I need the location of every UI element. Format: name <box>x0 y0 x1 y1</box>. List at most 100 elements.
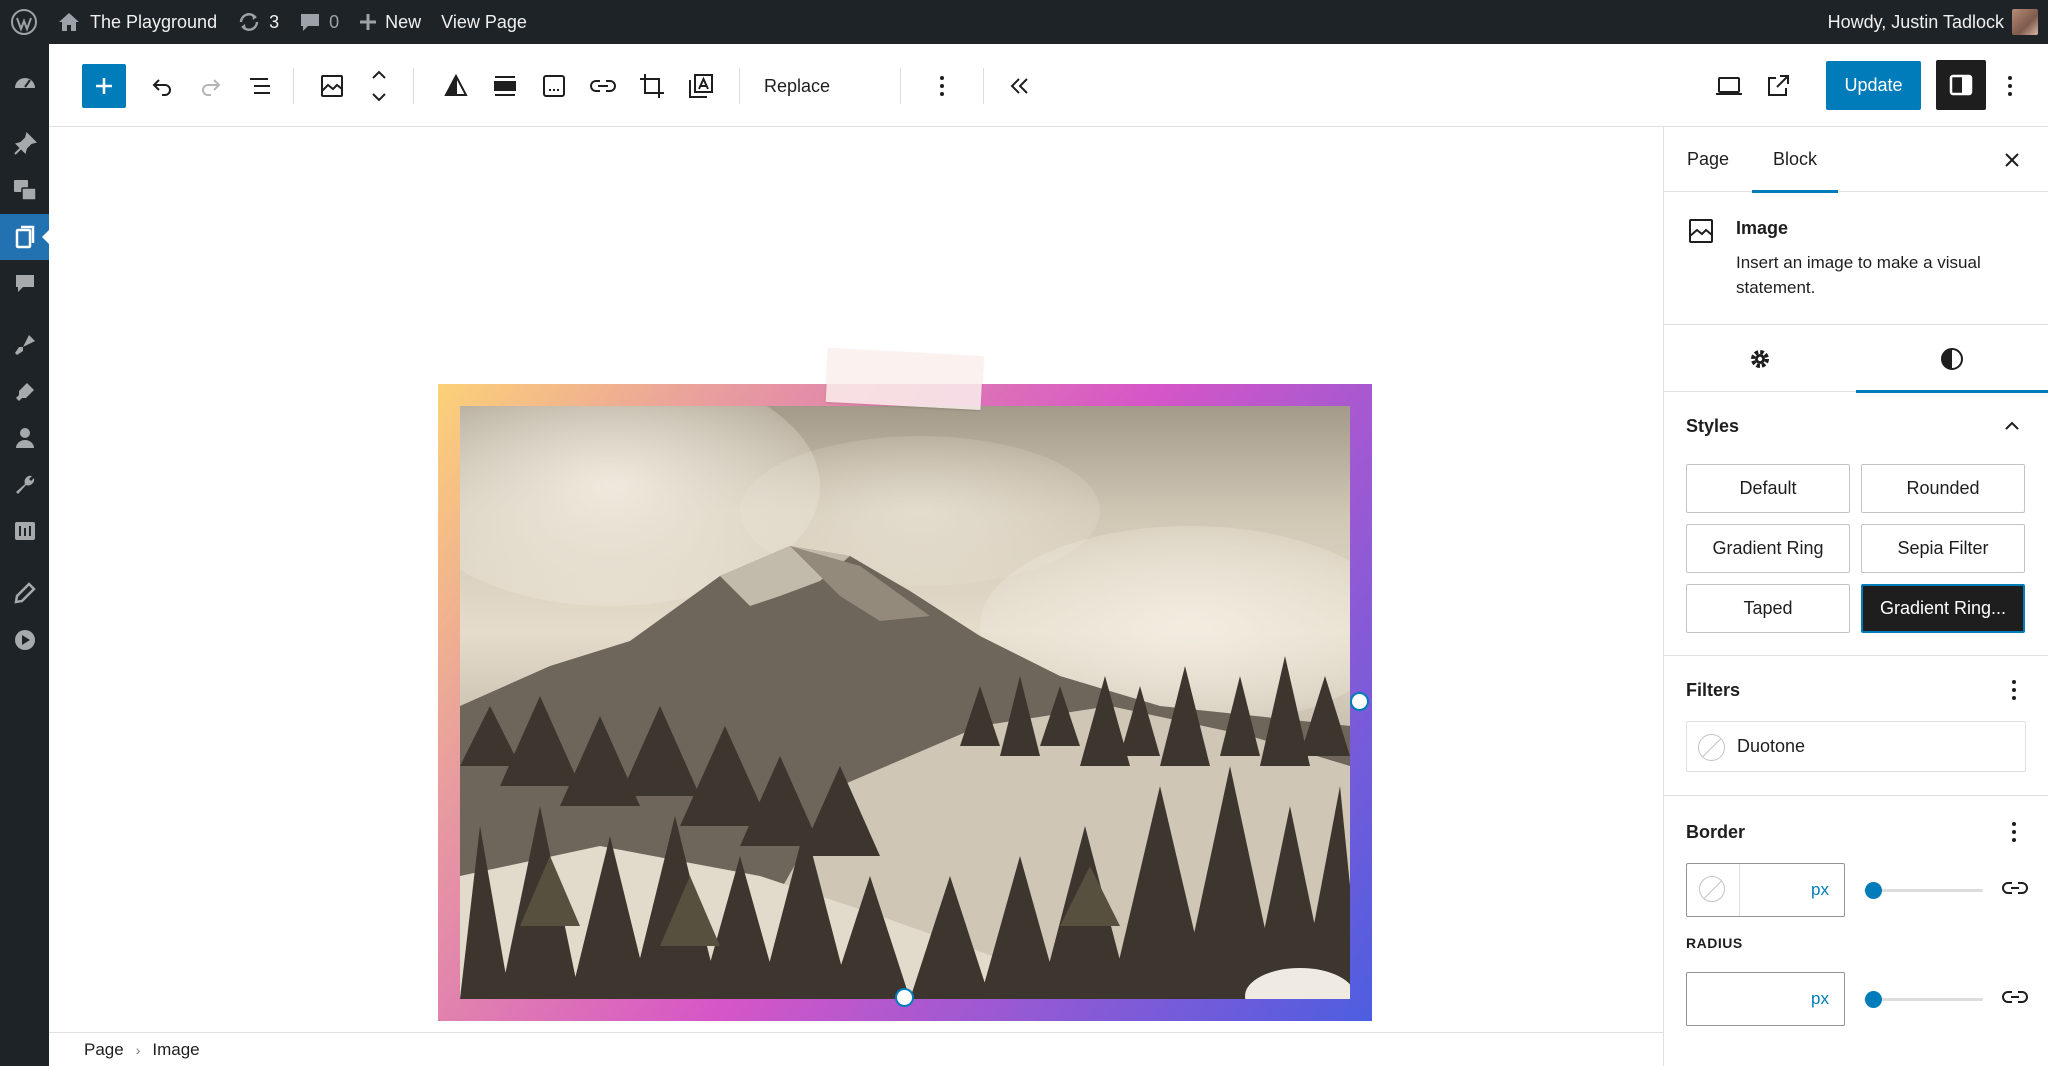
tape-decoration <box>825 347 984 411</box>
tab-block[interactable]: Block <box>1751 127 1839 193</box>
site-name-link[interactable]: The Playground <box>48 0 227 44</box>
move-up-down-icon[interactable] <box>358 65 400 107</box>
apply-duotone-icon[interactable] <box>435 65 477 107</box>
home-icon <box>58 12 80 32</box>
update-button[interactable]: Update <box>1826 61 1921 110</box>
editor-canvas <box>49 127 1663 1032</box>
chevron-right-icon: › <box>135 1041 141 1058</box>
border-panel-title: Border <box>1686 822 1746 842</box>
collapse-toolbar-chevron-icon[interactable] <box>999 65 1041 107</box>
unlink-sides-icon[interactable] <box>2002 878 2028 898</box>
undo-button[interactable] <box>141 65 183 107</box>
image-block[interactable] <box>438 347 1372 1021</box>
duotone-control[interactable]: Duotone <box>1686 721 2026 772</box>
breadcrumb-item-page[interactable]: Page <box>84 1040 124 1060</box>
admin-bar: The Playground 3 0 New View Page Howdy, … <box>0 0 2048 44</box>
appearance-icon[interactable] <box>0 322 49 368</box>
border-options-kebab-icon[interactable] <box>2002 820 2026 844</box>
style-taped-button[interactable]: Taped <box>1686 584 1850 633</box>
block-title: Image <box>1736 218 1789 238</box>
dashboard-icon[interactable] <box>0 60 49 106</box>
comments-icon[interactable] <box>0 260 49 306</box>
filters-options-kebab-icon[interactable] <box>2002 678 2026 702</box>
styles-panel-title[interactable]: Styles <box>1686 416 1739 437</box>
admin-menu <box>0 44 50 1066</box>
settings-icon[interactable] <box>0 508 49 554</box>
toolbar-divider <box>293 68 294 104</box>
border-width-input[interactable]: px <box>1686 863 1845 917</box>
link-icon[interactable] <box>582 65 624 107</box>
toolbar-divider <box>983 68 984 104</box>
crop-icon[interactable] <box>631 65 673 107</box>
caption-icon[interactable] <box>533 65 575 107</box>
new-content-link[interactable]: New <box>349 0 431 44</box>
border-unit-label[interactable]: px <box>1811 880 1829 900</box>
settings-sidebar-toggle-icon[interactable] <box>1936 60 1986 110</box>
comment-icon <box>299 12 321 32</box>
border-width-slider-thumb[interactable] <box>1865 882 1882 899</box>
comments-count: 0 <box>329 11 340 32</box>
style-default-button[interactable]: Default <box>1686 464 1850 513</box>
radius-slider-thumb[interactable] <box>1865 991 1882 1008</box>
close-icon[interactable] <box>1999 147 2025 173</box>
plugins-icon[interactable] <box>0 369 49 415</box>
resize-handle-bottom[interactable] <box>895 988 914 1007</box>
options-kebab-icon[interactable] <box>1989 65 2031 107</box>
breadcrumb-item-image[interactable]: Image <box>152 1040 199 1060</box>
plus-icon <box>359 13 377 31</box>
radius-label: RADIUS <box>1686 935 1743 951</box>
breadcrumb: Page › Image <box>49 1032 1663 1066</box>
preview-device-icon[interactable] <box>1708 65 1750 107</box>
updates-link[interactable]: 3 <box>227 0 289 44</box>
my-account[interactable]: Howdy, Justin Tadlock <box>1828 9 2048 35</box>
view-page-external-icon[interactable] <box>1757 65 1799 107</box>
comments-link[interactable]: 0 <box>289 0 349 44</box>
toolbar-divider <box>413 68 414 104</box>
settings-tab-gear-icon[interactable] <box>1664 325 1856 392</box>
tab-page[interactable]: Page <box>1687 127 1729 192</box>
settings-sidebar: Page Block Image Insert an image to make… <box>1663 127 2048 1066</box>
tools-icon[interactable] <box>0 462 49 508</box>
site-name: The Playground <box>90 11 218 32</box>
align-icon[interactable] <box>484 65 526 107</box>
filters-panel: Filters Duotone <box>1664 656 2048 796</box>
unlink-corners-icon[interactable] <box>2002 987 2028 1007</box>
styles-tab-half-circle-icon[interactable] <box>1856 325 2048 393</box>
style-sepia-filter-button[interactable]: Sepia Filter <box>1861 524 2025 573</box>
redo-button[interactable] <box>190 65 232 107</box>
block-options-kebab-icon[interactable] <box>921 65 963 107</box>
view-page-link[interactable]: View Page <box>431 0 537 44</box>
users-icon[interactable] <box>0 415 49 461</box>
media-icon[interactable] <box>0 167 49 213</box>
chevron-up-icon[interactable] <box>2002 416 2022 436</box>
toolbar-divider <box>900 68 901 104</box>
replace-button[interactable]: Replace <box>752 65 842 107</box>
inspector-tabs <box>1664 325 2048 393</box>
updates-icon <box>237 11 261 33</box>
image-block-icon[interactable] <box>311 65 353 107</box>
updates-count: 3 <box>269 11 280 32</box>
style-rounded-button[interactable]: Rounded <box>1861 464 2025 513</box>
pages-icon[interactable] <box>0 214 50 260</box>
wordpress-logo-icon[interactable] <box>0 0 48 44</box>
radius-input[interactable]: px <box>1686 972 1845 1026</box>
document-overview-button[interactable] <box>239 65 281 107</box>
mountain-landscape-image[interactable] <box>460 406 1350 999</box>
editor-header: Replace Update <box>49 44 2048 127</box>
block-card: Image Insert an image to make a visual s… <box>1664 192 2048 325</box>
toolbar-divider <box>739 68 740 104</box>
posts-icon[interactable] <box>0 121 49 167</box>
new-label: New <box>385 11 422 32</box>
block-inserter-button[interactable] <box>82 64 126 108</box>
style-gradient-ring-button[interactable]: Gradient Ring <box>1686 524 1850 573</box>
greeting: Howdy, Justin Tadlock <box>1827 11 2004 32</box>
border-color-swatch-icon[interactable] <box>1699 876 1727 904</box>
radius-unit-label[interactable]: px <box>1811 989 1829 1009</box>
avatar <box>2012 9 2038 35</box>
resize-handle-right[interactable] <box>1350 692 1369 711</box>
style-gradient-ring-sepia-button[interactable]: Gradient Ring... <box>1861 584 2025 633</box>
styles-panel: Styles Default Rounded Gradient Ring Sep… <box>1664 392 2048 656</box>
video-icon[interactable] <box>0 617 49 663</box>
text-over-image-icon[interactable] <box>680 65 722 107</box>
edit-icon[interactable] <box>0 570 49 616</box>
